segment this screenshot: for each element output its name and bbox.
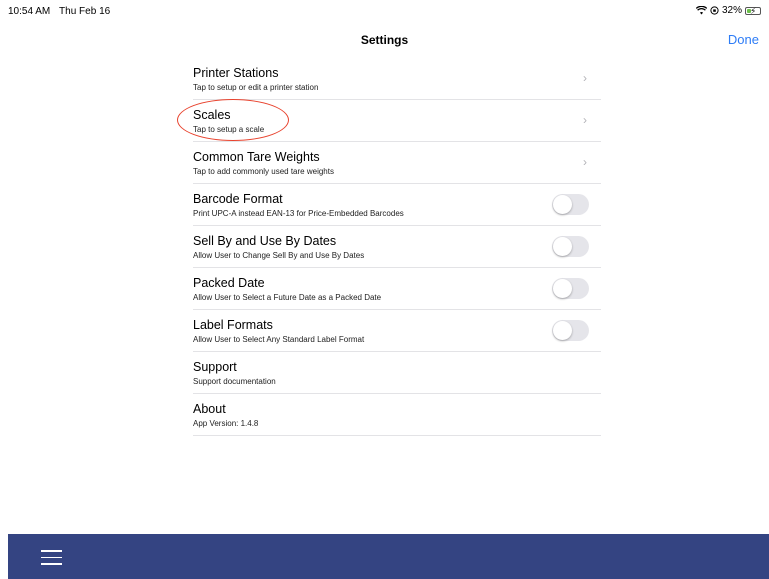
toggle-switch[interactable] [552,278,589,299]
status-bar: 10:54 AM Thu Feb 16 32% ⚡ [0,0,769,22]
toggle-knob [553,237,572,256]
row-subtitle: Tap to setup a scale [193,125,265,134]
chevron-right-icon: › [583,113,587,127]
row-title: Support [193,360,237,374]
row-subtitle: Allow User to Select Any Standard Label … [193,335,365,344]
row-subtitle: Allow User to Change Sell By and Use By … [193,251,365,260]
settings-row-scales[interactable]: Scales Tap to setup a scale › [193,100,601,142]
orientation-lock-icon [710,6,719,15]
status-time: 10:54 AM [8,6,51,17]
row-title: Packed Date [193,276,265,290]
settings-row-support[interactable]: Support Support documentation [193,352,601,394]
settings-row-sell-by-and-use-by-dates: Sell By and Use By Dates Allow User to Ch… [193,226,601,268]
chevron-right-icon: › [583,155,587,169]
settings-row-printer-stations[interactable]: Printer Stations Tap to setup or edit a p… [193,58,601,100]
row-subtitle: Print UPC-A instead EAN-13 for Price-Emb… [193,209,404,218]
toggle-knob [553,279,572,298]
row-title: Common Tare Weights [193,150,320,164]
toggle-switch[interactable] [552,236,589,257]
battery-percent: 32% [721,5,742,16]
toggle-switch[interactable] [552,194,589,215]
settings-list: Printer Stations Tap to setup or edit a p… [193,58,601,436]
row-subtitle: App Version: 1.4.8 [193,419,259,428]
settings-row-common-tare-weights[interactable]: Common Tare Weights Tap to add commonly u… [193,142,601,184]
bottom-bar [8,534,769,579]
row-title: About [193,402,226,416]
chevron-right-icon: › [583,71,587,85]
settings-row-barcode-format: Barcode Format Print UPC-A instead EAN-13… [193,184,601,226]
row-subtitle: Tap to setup or edit a printer station [193,83,319,92]
charging-bolt-icon: ⚡ [750,5,757,16]
row-title: Scales [193,108,231,122]
status-date: Thu Feb 16 [59,6,111,17]
battery-icon: ⚡ [745,5,761,16]
settings-screen: 10:54 AM Thu Feb 16 32% ⚡ Settings Done … [0,0,769,579]
page-title: Settings [360,33,409,47]
settings-row-label-formats: Label Formats Allow User to Select Any St… [193,310,601,352]
done-button[interactable]: Done [728,32,759,47]
row-subtitle: Tap to add commonly used tare weights [193,167,334,176]
toggle-switch[interactable] [552,320,589,341]
row-subtitle: Support documentation [193,377,276,386]
row-title: Barcode Format [193,192,283,206]
toggle-knob [553,321,572,340]
row-title: Printer Stations [193,66,279,80]
settings-row-packed-date: Packed Date Allow User to Select a Future… [193,268,601,310]
settings-row-about[interactable]: About App Version: 1.4.8 [193,394,601,436]
hamburger-menu-icon[interactable] [41,550,62,565]
row-title: Sell By and Use By Dates [193,234,337,248]
row-subtitle: Allow User to Select a Future Date as a … [193,293,382,302]
row-title: Label Formats [193,318,273,332]
wifi-icon [695,6,707,15]
toggle-knob [553,195,572,214]
